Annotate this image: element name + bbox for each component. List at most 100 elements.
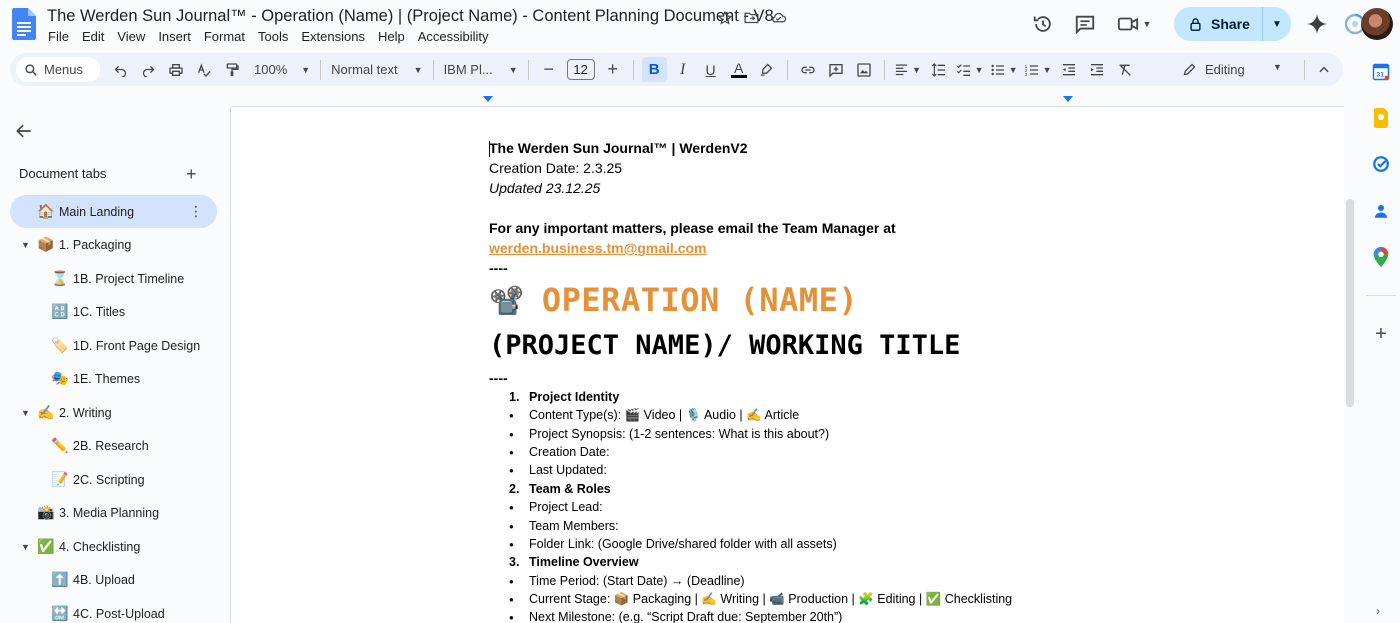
menu-tools[interactable]: Tools bbox=[258, 29, 288, 44]
italic-button[interactable]: I bbox=[671, 57, 695, 82]
tab-themes[interactable]: 🎭 1E. Themes bbox=[50, 362, 140, 395]
comments-icon[interactable] bbox=[1072, 11, 1098, 37]
film-projector-icon: 📽️ bbox=[489, 284, 524, 316]
tab-front-page-design[interactable]: 🏷️ 1D. Front Page Design bbox=[50, 329, 200, 362]
share-dropdown-button[interactable]: ▼ bbox=[1263, 7, 1291, 41]
tab-label: 1E. Themes bbox=[73, 371, 141, 386]
underline-button[interactable]: U bbox=[699, 57, 723, 82]
checklist-icon[interactable]: ▼ bbox=[955, 57, 985, 82]
add-addon-icon[interactable]: + bbox=[1371, 323, 1391, 345]
calendar-icon[interactable]: 31 bbox=[1371, 62, 1391, 82]
on-arrow-icon: 🔛 bbox=[51, 605, 69, 621]
insert-image-icon[interactable] bbox=[852, 57, 876, 82]
menu-file[interactable]: File bbox=[48, 29, 69, 44]
left-indent-marker[interactable] bbox=[483, 96, 493, 102]
add-tab-button[interactable]: + bbox=[186, 164, 197, 185]
creation-date-line[interactable]: Creation Date: 2.3.25 bbox=[489, 160, 622, 176]
maps-icon[interactable] bbox=[1371, 247, 1391, 267]
writing-hand-icon: ✍️ bbox=[37, 404, 55, 420]
tasks-icon[interactable] bbox=[1371, 154, 1391, 174]
align-icon[interactable]: ▼ bbox=[893, 57, 923, 82]
bulleted-list-icon[interactable]: ▼ bbox=[989, 57, 1019, 82]
increase-indent-icon[interactable] bbox=[1085, 57, 1109, 82]
pencil-icon: ✏️ bbox=[51, 437, 69, 453]
tab-label: 1C. Titles bbox=[73, 304, 126, 319]
tab-label: 1. Packaging bbox=[59, 237, 132, 252]
version-history-icon[interactable] bbox=[1030, 11, 1056, 37]
vertical-scrollbar[interactable] bbox=[1346, 199, 1354, 407]
print-icon[interactable] bbox=[164, 57, 188, 82]
tab-upload[interactable]: ⬆️ 4B. Upload bbox=[50, 563, 135, 596]
zoom-select[interactable]: 100% ▼ bbox=[250, 57, 314, 82]
header-line[interactable]: The Werden Sun Journal™ | WerdenV2 bbox=[489, 140, 748, 156]
menus-search[interactable]: Menus bbox=[16, 57, 100, 82]
document-canvas[interactable]: The Werden Sun Journal™ | WerdenV2 Creat… bbox=[231, 108, 1344, 623]
menu-accessibility[interactable]: Accessibility bbox=[418, 29, 489, 44]
user-avatar[interactable] bbox=[1361, 8, 1393, 40]
gemini-icon[interactable] bbox=[1305, 12, 1329, 36]
tab-label: 4B. Upload bbox=[73, 572, 135, 587]
contacts-icon[interactable] bbox=[1371, 201, 1391, 221]
share-button[interactable]: Share bbox=[1174, 7, 1263, 41]
docs-logo-icon[interactable] bbox=[12, 8, 36, 40]
title-icons bbox=[716, 9, 787, 26]
move-folder-icon[interactable] bbox=[743, 9, 760, 26]
numbered-list-icon[interactable]: 123 ▼ bbox=[1023, 57, 1053, 82]
tab-writing[interactable]: ▼ ✍️ 2. Writing bbox=[21, 396, 112, 429]
undo-icon[interactable] bbox=[108, 57, 132, 82]
increase-font-size-icon[interactable]: + bbox=[601, 57, 625, 82]
paragraph-style-select[interactable]: Normal text ▼ bbox=[327, 57, 426, 82]
cloud-saved-icon[interactable] bbox=[770, 9, 787, 26]
menu-insert[interactable]: Insert bbox=[158, 29, 191, 44]
paint-format-icon[interactable] bbox=[220, 57, 244, 82]
redo-icon[interactable] bbox=[136, 57, 160, 82]
star-icon[interactable] bbox=[716, 9, 733, 26]
collapse-caret-icon[interactable]: ▼ bbox=[21, 408, 30, 418]
font-family-select[interactable]: IBM Pl... ▼ bbox=[440, 57, 522, 82]
tab-packaging[interactable]: ▼ 📦 1. Packaging bbox=[21, 228, 132, 261]
document-title[interactable]: The Werden Sun Journal™ - Operation (Nam… bbox=[47, 7, 774, 26]
updated-line[interactable]: Updated 23.12.25 bbox=[489, 180, 600, 196]
ruler bbox=[231, 93, 1344, 107]
editing-mode-label: Editing bbox=[1205, 62, 1245, 77]
chevron-down-icon[interactable]: ▼ bbox=[1273, 62, 1282, 72]
collapse-caret-icon[interactable]: ▼ bbox=[21, 542, 30, 552]
spellcheck-icon[interactable] bbox=[192, 57, 216, 82]
decrease-font-size-icon[interactable]: − bbox=[537, 57, 561, 82]
menu-help[interactable]: Help bbox=[378, 29, 405, 44]
menu-format[interactable]: Format bbox=[204, 29, 245, 44]
menu-extensions[interactable]: Extensions bbox=[301, 29, 365, 44]
important-notice[interactable]: For any important matters, please email … bbox=[489, 220, 896, 236]
menu-view[interactable]: View bbox=[117, 29, 145, 44]
insert-link-icon[interactable] bbox=[796, 57, 820, 82]
project-title[interactable]: (PROJECT NAME)/ WORKING TITLE bbox=[489, 330, 960, 361]
tab-titles[interactable]: 🔠 1C. Titles bbox=[50, 295, 125, 328]
bold-button[interactable]: B bbox=[641, 57, 667, 82]
clear-formatting-icon[interactable] bbox=[1113, 57, 1137, 82]
tab-scripting[interactable]: 📝 2C. Scripting bbox=[50, 463, 144, 496]
docs-app: The Werden Sun Journal™ - Operation (Nam… bbox=[0, 0, 1400, 623]
email-link[interactable]: werden.business.tm@gmail.com bbox=[489, 240, 707, 256]
font-size-input[interactable]: 12 bbox=[566, 59, 595, 80]
tab-post-upload[interactable]: 🔛 4C. Post-Upload bbox=[50, 597, 164, 623]
decrease-indent-icon[interactable] bbox=[1057, 57, 1081, 82]
right-indent-marker[interactable] bbox=[1063, 96, 1073, 102]
back-arrow-icon[interactable] bbox=[14, 121, 34, 141]
operation-heading[interactable]: 📽️ OPERATION (NAME) bbox=[489, 278, 858, 322]
tab-media-planning[interactable]: 📸 3. Media Planning bbox=[36, 496, 159, 529]
tab-checklisting[interactable]: ▼ ✅ 4. Checklisting bbox=[21, 530, 140, 563]
more-options-icon[interactable]: ⋮ bbox=[189, 203, 203, 220]
tab-project-timeline[interactable]: ⌛ 1B. Project Timeline bbox=[50, 262, 184, 295]
meet-icon[interactable]: ▼ bbox=[1114, 11, 1154, 37]
line-spacing-icon[interactable] bbox=[927, 57, 951, 82]
tab-label: 1B. Project Timeline bbox=[73, 271, 185, 286]
add-comment-icon[interactable] bbox=[824, 57, 848, 82]
text-color-button[interactable]: A bbox=[727, 57, 751, 82]
tab-research[interactable]: ✏️ 2B. Research bbox=[50, 429, 148, 462]
collapse-caret-icon[interactable]: ▼ bbox=[21, 240, 30, 250]
collapse-toolbar-icon[interactable] bbox=[1312, 57, 1336, 82]
highlight-icon[interactable] bbox=[755, 57, 779, 82]
menu-edit[interactable]: Edit bbox=[82, 29, 104, 44]
tab-main-landing[interactable]: 🏠 Main Landing ⋮ bbox=[10, 195, 217, 228]
keep-icon[interactable] bbox=[1371, 108, 1391, 128]
